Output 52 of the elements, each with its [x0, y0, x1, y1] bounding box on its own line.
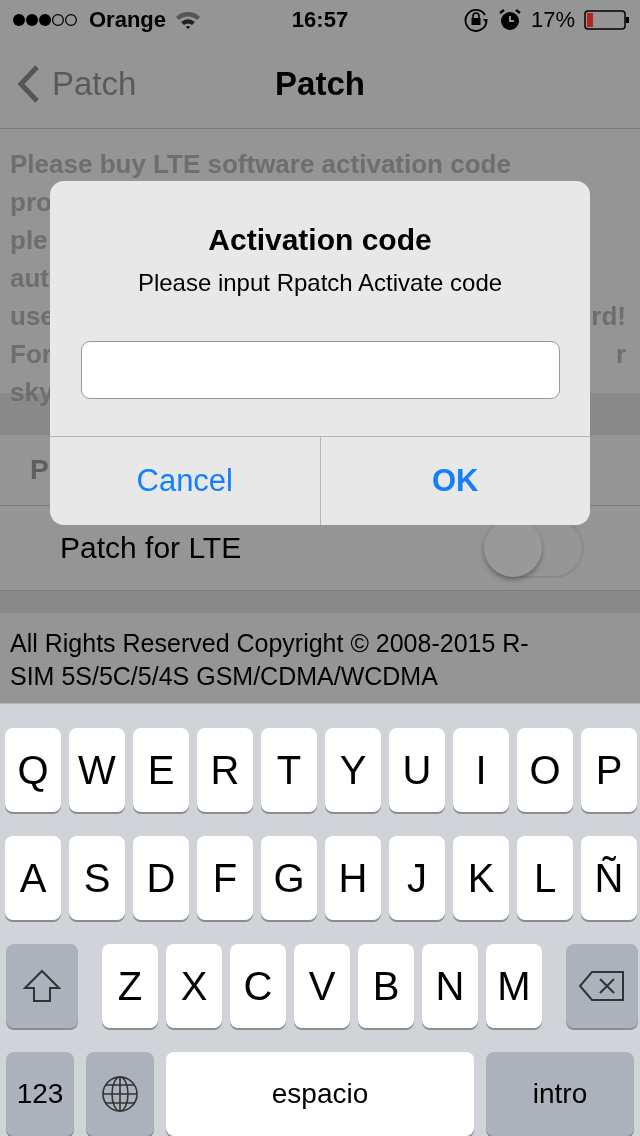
space-key[interactable]: espacio — [166, 1052, 474, 1136]
keyboard-key[interactable]: Z — [102, 944, 158, 1028]
battery-percent: 17% — [530, 7, 575, 33]
keyboard-key[interactable]: G — [261, 836, 317, 920]
keyboard-key[interactable]: N — [422, 944, 478, 1028]
wifi-icon — [175, 10, 202, 30]
backspace-icon — [578, 970, 626, 1002]
numbers-key[interactable]: 123 — [6, 1052, 74, 1136]
carrier-name: Orange — [89, 7, 167, 33]
keyboard-key[interactable]: Y — [325, 728, 381, 812]
dialog-title: Activation code — [208, 223, 432, 257]
shift-key[interactable] — [6, 944, 78, 1028]
keyboard-key[interactable]: O — [517, 728, 573, 812]
keyboard-key[interactable]: E — [133, 728, 189, 812]
keyboard-key[interactable]: P — [581, 728, 637, 812]
chevron-left-icon — [16, 64, 40, 104]
keyboard-key[interactable]: W — [69, 728, 125, 812]
copyright-text: All Rights Reserved Copyright © 2008-2015 R- — [10, 628, 530, 659]
delete-key[interactable] — [566, 944, 638, 1028]
keyboard-key[interactable]: U — [389, 728, 445, 812]
keyboard-key[interactable]: V — [294, 944, 350, 1028]
keyboard-key[interactable]: C — [230, 944, 286, 1028]
shift-icon — [23, 969, 61, 1003]
keyboard-key[interactable]: B — [358, 944, 414, 1028]
globe-key[interactable] — [86, 1052, 154, 1136]
globe-icon — [100, 1074, 140, 1114]
keyboard-key[interactable]: T — [261, 728, 317, 812]
copyright-text: SIM 5S/5C/5/4S GSM/CDMA/WCDMA — [10, 661, 439, 692]
alarm-icon — [497, 8, 522, 32]
page-title: Patch — [275, 65, 365, 103]
keyboard-key[interactable]: I — [453, 728, 509, 812]
dialog-message: Please input Rpatch Activate code — [137, 269, 503, 297]
keyboard-key[interactable]: S — [69, 836, 125, 920]
keyboard-key[interactable]: J — [389, 836, 445, 920]
keyboard-key[interactable]: X — [166, 944, 222, 1028]
keyboard-key[interactable]: F — [197, 836, 253, 920]
signal-icon — [12, 12, 80, 28]
keyboard-key[interactable]: K — [453, 836, 509, 920]
battery-icon — [584, 10, 630, 30]
keyboard-key[interactable]: Ñ — [581, 836, 637, 920]
keyboard-key[interactable]: R — [197, 728, 253, 812]
keyboard-key[interactable]: D — [133, 836, 189, 920]
keyboard-key[interactable]: A — [5, 836, 61, 920]
clock-time: 16:57 — [291, 7, 349, 33]
row-label: Patch for LTE — [60, 531, 242, 565]
return-key[interactable]: intro — [486, 1052, 634, 1136]
keyboard-key[interactable]: M — [486, 944, 542, 1028]
keyboard-key[interactable]: H — [325, 836, 381, 920]
keyboard-key[interactable]: L — [517, 836, 573, 920]
rotation-lock-icon — [462, 7, 489, 33]
keyboard-key[interactable]: Q — [5, 728, 61, 812]
code-input-field[interactable] — [80, 341, 560, 399]
